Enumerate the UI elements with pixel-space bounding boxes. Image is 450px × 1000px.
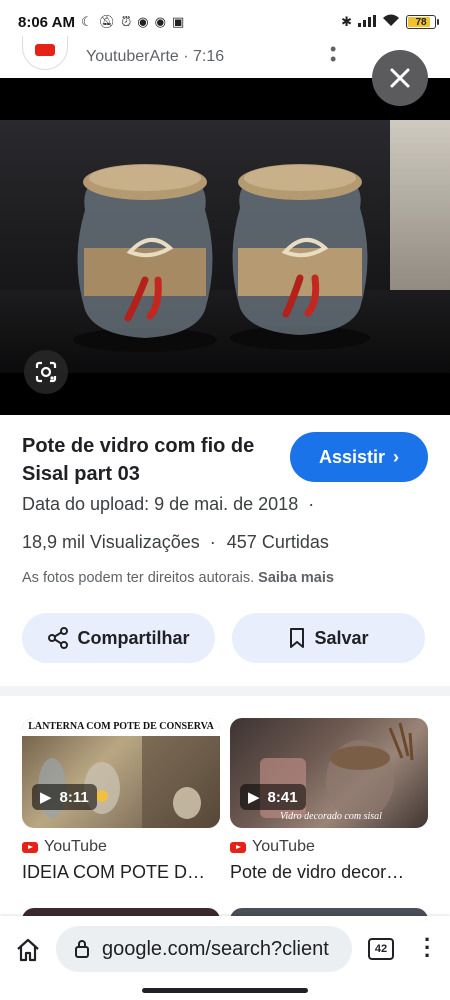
duration-text: 8:11 [59, 788, 89, 806]
copyright-notice: As fotos podem ter direitos autorais. Sa… [22, 570, 334, 586]
thumbnail-art [38, 736, 220, 828]
channel-and-time: YoutuberArte · 7:16 [86, 48, 225, 65]
video-thumbnail[interactable]: Vidro decorado com sisal ▶ 8:41 [230, 718, 428, 828]
related-video-title[interactable]: Pote de vidro decor… [230, 862, 428, 883]
rights-text: As fotos podem ter direitos autorais. [22, 570, 255, 586]
close-button[interactable] [372, 50, 428, 106]
views-count: 18,9 mil Visualizações [22, 532, 200, 552]
jars-illustration [73, 164, 370, 352]
gesture-navigation-bar[interactable] [142, 988, 308, 993]
play-icon: ▶ [248, 789, 260, 806]
youtube-icon [230, 841, 246, 853]
related-video-card[interactable]: LANTERNA COM POTE DE CONSERVA ▶ 8:11 You… [22, 718, 220, 883]
watch-button[interactable]: Assistir › [290, 432, 428, 482]
source-name: YouTube [44, 838, 107, 855]
duration-text: 8:41 [267, 788, 298, 806]
save-button[interactable]: Salvar [232, 613, 425, 663]
chevron-right-icon: › [393, 446, 400, 467]
more-options-icon[interactable]: • • [330, 40, 336, 68]
video-thumbnail[interactable]: LANTERNA COM POTE DE CONSERVA ▶ 8:11 [22, 718, 220, 828]
discord-icon: ◉ [154, 14, 166, 29]
address-bar[interactable]: google.com/search?client [56, 926, 352, 972]
battery-level: 78 [415, 16, 427, 28]
google-lens-icon [35, 361, 57, 383]
thumbnail-caption: Vidro decorado com sisal [280, 811, 382, 822]
alarm-icon: ⏰︎ [121, 14, 132, 29]
youtube-logo-icon [35, 43, 55, 56]
video-source: YouTube [22, 838, 220, 856]
lock-icon[interactable] [74, 939, 90, 959]
section-divider [0, 686, 450, 696]
wifi-icon [382, 14, 400, 30]
stats-line: 18,9 mil Visualizações · 457 Curtidas [22, 532, 329, 553]
more-menu-icon[interactable]: · · · [424, 929, 431, 967]
source-name: YouTube [252, 838, 315, 855]
save-label: Salvar [314, 627, 369, 648]
close-icon [390, 68, 410, 88]
discord-icon: ◉ [137, 14, 149, 29]
watch-button-label: Assistir [318, 446, 386, 467]
status-time: 8:06 AM [18, 13, 75, 31]
tab-switcher-button[interactable]: 42 [368, 938, 394, 960]
notification-icons: ☾ 🔕︎ ⏰︎ ◉ ◉ ▣ [81, 14, 184, 30]
upload-date-line: Data do upload: 9 de mai. de 2018 · [22, 494, 314, 515]
channel-avatar [22, 36, 68, 70]
mute-icon: 🔕︎ [98, 14, 116, 29]
separator-dot: · [308, 494, 315, 514]
bluetooth-icon: ✱ [341, 14, 352, 29]
tab-count: 42 [374, 943, 388, 955]
home-icon[interactable] [14, 936, 42, 964]
related-video-title[interactable]: IDEIA COM POTE D… [22, 862, 220, 883]
system-icons: ✱ 78 [341, 14, 439, 30]
image-viewer [0, 78, 450, 415]
play-icon: ▶ [40, 789, 52, 806]
preview-image[interactable] [0, 120, 450, 373]
upload-date: Data do upload: 9 de mai. de 2018 [22, 494, 299, 514]
separator-dot: · [209, 532, 216, 552]
share-button[interactable]: Compartilhar [22, 613, 215, 663]
video-duration-badge: ▶ 8:41 [240, 784, 306, 810]
instagram-icon: ▣ [171, 14, 185, 29]
moon-icon: ☾ [80, 14, 93, 29]
share-icon [48, 627, 69, 649]
bookmark-icon [290, 628, 305, 648]
url-text: google.com/search?client [102, 937, 329, 960]
related-video-card[interactable]: Vidro decorado com sisal ▶ 8:41 YouTube … [230, 718, 428, 883]
video-source: YouTube [230, 838, 428, 856]
google-lens-button[interactable] [24, 350, 68, 394]
battery-icon: 78 [406, 15, 439, 29]
youtube-icon [22, 841, 38, 853]
learn-more-link[interactable]: Saiba mais [258, 570, 334, 586]
share-label: Compartilhar [77, 627, 190, 648]
signal-icon [358, 14, 376, 30]
likes-count: 457 Curtidas [226, 532, 329, 552]
video-title[interactable]: Pote de vidro com fio de Sisal part 03 [22, 432, 282, 488]
video-duration-badge: ▶ 8:11 [32, 784, 97, 810]
